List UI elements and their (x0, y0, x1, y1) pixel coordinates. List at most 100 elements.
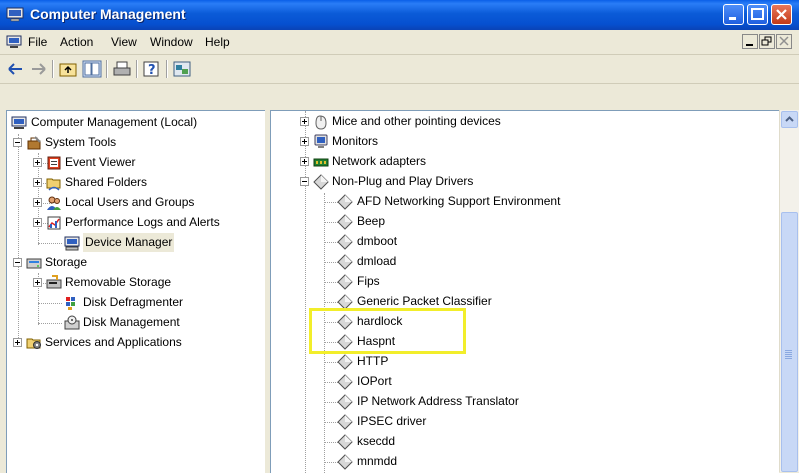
driver-item[interactable]: HTTP (337, 352, 767, 371)
driver-label: IP Network Address Translator (357, 394, 519, 408)
device-category-nonpnp-drivers[interactable]: Non-Plug and Play Drivers (300, 172, 770, 191)
scroll-up-button[interactable] (781, 111, 798, 128)
driver-diamond-icon (337, 214, 353, 230)
tree-line (324, 202, 338, 203)
close-icon (776, 9, 787, 20)
expand-toggle[interactable] (300, 137, 309, 146)
tree-item-shared-folders[interactable]: Shared Folders (33, 173, 263, 192)
collapse-toggle[interactable] (13, 138, 22, 147)
show-hide-tree-icon[interactable] (82, 60, 102, 78)
tree-line (324, 222, 338, 223)
back-arrow-icon[interactable] (6, 60, 26, 78)
up-folder-icon[interactable] (58, 60, 78, 78)
menu-window[interactable]: Window (150, 35, 193, 49)
tree-label: Disk Management (83, 315, 180, 329)
expand-toggle[interactable] (33, 198, 42, 207)
mdi-restore-button[interactable] (759, 34, 775, 49)
driver-label: ksecdd (357, 434, 396, 448)
close-button[interactable] (771, 4, 792, 25)
device-category-network-adapters[interactable]: Network adapters (300, 152, 770, 171)
mdi-minimize-button[interactable] (742, 34, 758, 49)
vertical-scrollbar[interactable] (779, 110, 799, 472)
toolbar-separator (136, 60, 138, 78)
svg-text:?: ? (148, 63, 156, 78)
device-category-monitors[interactable]: Monitors (300, 132, 770, 151)
driver-diamond-icon (337, 194, 353, 210)
expand-toggle[interactable] (13, 338, 22, 347)
window-title: Computer Management (30, 6, 186, 22)
mdi-close-button[interactable] (776, 34, 792, 49)
event-viewer-icon (47, 156, 61, 170)
driver-label: IOPort (357, 374, 392, 388)
driver-diamond-icon (337, 354, 353, 370)
tree-item-local-users[interactable]: Local Users and Groups (33, 193, 263, 212)
minimize-icon (746, 44, 753, 46)
minimize-icon (729, 17, 736, 20)
driver-item[interactable]: IOPort (337, 372, 767, 391)
device-category-mice[interactable]: Mice and other pointing devices (300, 112, 770, 131)
driver-item[interactable]: mnmdd (337, 452, 767, 471)
maximize-icon (751, 8, 764, 20)
tree-item-removable-storage[interactable]: Removable Storage (33, 273, 263, 292)
tree-label: Computer Management (Local) (31, 115, 198, 129)
expand-toggle[interactable] (33, 158, 42, 167)
menu-view[interactable]: View (111, 35, 137, 49)
driver-label: mnmdd (357, 454, 398, 468)
tree-line (324, 382, 338, 383)
monitor-icon (314, 134, 328, 148)
device-list[interactable]: Mice and other pointing devices Monitors… (270, 110, 779, 473)
expand-toggle[interactable] (33, 218, 42, 227)
driver-item[interactable]: dmboot (337, 232, 767, 251)
network-adapter-icon (313, 158, 329, 167)
collapse-toggle[interactable] (300, 177, 309, 186)
driver-item[interactable]: AFD Networking Support Environment (337, 192, 767, 211)
expand-toggle[interactable] (33, 178, 42, 187)
expand-toggle[interactable] (33, 278, 42, 287)
device-manager-icon (64, 236, 80, 251)
driver-diamond-icon (337, 274, 353, 290)
tree-line (324, 262, 338, 263)
tree-label: Removable Storage (65, 275, 172, 289)
tree-item-event-viewer[interactable]: Event Viewer (33, 153, 263, 172)
console-tree[interactable]: Computer Management (Local) System Tools… (6, 110, 265, 473)
print-icon[interactable] (112, 60, 132, 78)
toolbar-separator (52, 60, 54, 78)
expand-toggle[interactable] (300, 117, 309, 126)
storage-icon (26, 258, 42, 269)
toolbox-icon (27, 136, 41, 150)
menu-action[interactable]: Action (60, 35, 93, 49)
tree-item-disk-management[interactable]: Disk Management (59, 313, 263, 332)
minimize-button[interactable] (723, 4, 744, 25)
toolbar: ? (0, 55, 799, 84)
driver-item[interactable]: ksecdd (337, 432, 767, 451)
driver-item[interactable]: Beep (337, 212, 767, 231)
title-bar[interactable]: Computer Management (0, 0, 799, 30)
forward-arrow-icon[interactable] (28, 60, 48, 78)
driver-label: HTTP (357, 354, 389, 368)
tree-item-services-applications[interactable]: Services and Applications (13, 333, 263, 352)
help-icon[interactable]: ? (142, 60, 162, 78)
driver-item[interactable]: IP Network Address Translator (337, 392, 767, 411)
tree-item-performance-logs[interactable]: Performance Logs and Alerts (33, 213, 263, 232)
tree-item-storage[interactable]: Storage (13, 253, 263, 272)
tree-item-system-tools[interactable]: System Tools (13, 133, 263, 152)
collapse-toggle[interactable] (13, 258, 22, 267)
expand-toggle[interactable] (300, 157, 309, 166)
menu-file[interactable]: File (28, 35, 47, 49)
device-label: Network adapters (332, 154, 427, 168)
device-label: Non-Plug and Play Drivers (332, 174, 474, 188)
tree-item-device-manager[interactable]: Device Manager (59, 233, 263, 252)
tree-item-disk-defragmenter[interactable]: Disk Defragmenter (59, 293, 263, 312)
scroll-thumb[interactable] (781, 212, 798, 472)
tree-label: Local Users and Groups (65, 195, 195, 209)
properties-icon[interactable] (172, 60, 192, 78)
tree-item-root[interactable]: Computer Management (Local) (11, 113, 265, 132)
mdi-system-menu-icon[interactable] (6, 35, 22, 49)
driver-item[interactable]: IPSEC driver (337, 412, 767, 431)
menu-help[interactable]: Help (205, 35, 230, 49)
toolbar-separator (106, 60, 108, 78)
driver-item[interactable]: Fips (337, 272, 767, 291)
driver-item[interactable]: dmload (337, 252, 767, 271)
maximize-button[interactable] (747, 4, 768, 25)
driver-label: Beep (357, 214, 386, 228)
